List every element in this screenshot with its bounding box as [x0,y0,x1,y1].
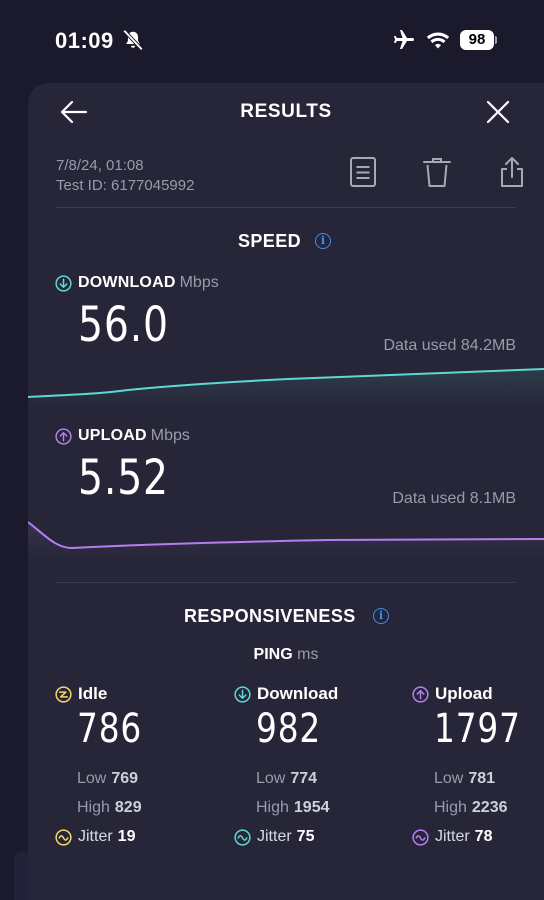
download-label: DOWNLOAD [78,274,176,291]
ping-label: PING ms [0,646,544,664]
low-label: Low [77,770,107,787]
speed-info-icon[interactable]: i [315,233,331,249]
ping-upload-high: High 2236 [434,799,508,817]
close-icon[interactable] [484,98,512,126]
status-time: 01:09 [55,28,114,53]
ping-upload-low: Low 781 [434,770,495,788]
ping-column-upload: Upload 1797 Low 781 High 2236 Jitter 78 [412,684,544,854]
high-value: 1954 [293,799,330,816]
battery-nub [495,36,497,44]
responsiveness-info-icon[interactable]: i [373,608,389,624]
upload-arrow-icon [412,685,429,703]
upload-speed-value: 5.52 [78,450,169,506]
upload-data-used: Data used 8.1MB [392,490,516,507]
ping-download-header: Download [234,684,338,704]
high-value: 2236 [471,799,508,816]
jitter-label: Jitter [257,828,292,845]
ping-idle-high: High 829 [77,799,142,817]
status-bar: 01:09 98 [0,0,544,80]
ping-idle-low: Low 769 [77,770,138,788]
jitter-value: 78 [474,828,493,845]
upload-header: UPLOAD Mbps [55,427,190,445]
download-speed-graph [28,368,544,410]
test-date: 7/8/24, 01:08 [56,157,144,174]
ping-upload-jitter: Jitter 78 [412,828,492,846]
low-value: 781 [468,770,496,787]
ping-download-jitter: Jitter 75 [234,828,314,846]
jitter-value: 75 [296,828,315,845]
ping-download-value: 982 [256,706,322,752]
download-arrow-icon [234,685,251,703]
ping-upload-header: Upload [412,684,493,704]
ping-idle-value: 786 [77,706,143,752]
document-icon[interactable] [349,156,377,188]
wifi-icon [426,32,450,49]
high-label: High [256,799,289,816]
low-label: Low [434,770,464,787]
ping-upload-value: 1797 [434,706,521,752]
download-speed-value: 56.0 [78,297,169,353]
upload-unit: Mbps [150,427,190,444]
jitter-label: Jitter [78,828,113,845]
jitter-wave-icon [55,828,72,846]
ping-idle-jitter: Jitter 19 [55,828,135,846]
ping-unit: ms [297,646,319,663]
divider [56,207,516,208]
jitter-wave-icon [234,828,251,846]
bell-slash-icon [123,30,143,50]
test-id: Test ID: 6177045992 [56,177,195,194]
high-label: High [77,799,110,816]
upload-speed-graph [28,521,544,560]
upload-arrow-icon [55,427,72,445]
ping-download-high: High 1954 [256,799,330,817]
ping-idle-label: Idle [78,684,108,703]
jitter-label: Jitter [435,828,470,845]
ping-upload-label: Upload [435,684,493,703]
share-icon[interactable] [498,156,526,188]
download-unit: Mbps [179,274,219,291]
low-label: Low [256,770,286,787]
upload-label: UPLOAD [78,427,147,444]
high-value: 829 [114,799,142,816]
speed-section-title: SPEED [238,231,302,251]
ping-download-low: Low 774 [256,770,317,788]
ping-title: PING [253,646,293,663]
download-header: DOWNLOAD Mbps [55,274,219,292]
ping-idle-header: Idle [55,684,107,704]
trash-icon[interactable] [423,156,451,188]
low-value: 774 [290,770,318,787]
responsiveness-section-title: RESPONSIVENESS [184,606,356,626]
ping-column-idle: Idle 786 Low 769 High 829 Jitter 19 [55,684,205,854]
battery-indicator: 98 [460,30,494,50]
airplane-mode-icon [394,30,414,49]
low-value: 769 [111,770,139,787]
download-arrow-icon [55,274,72,292]
jitter-wave-icon [412,828,429,846]
page-title: RESULTS [240,101,332,122]
idle-icon [55,685,72,703]
jitter-value: 19 [117,828,136,845]
ping-column-download: Download 982 Low 774 High 1954 Jitter 75 [234,684,384,854]
divider [56,582,516,583]
download-data-used: Data used 84.2MB [383,337,516,354]
ping-download-label: Download [257,684,339,703]
high-label: High [434,799,467,816]
